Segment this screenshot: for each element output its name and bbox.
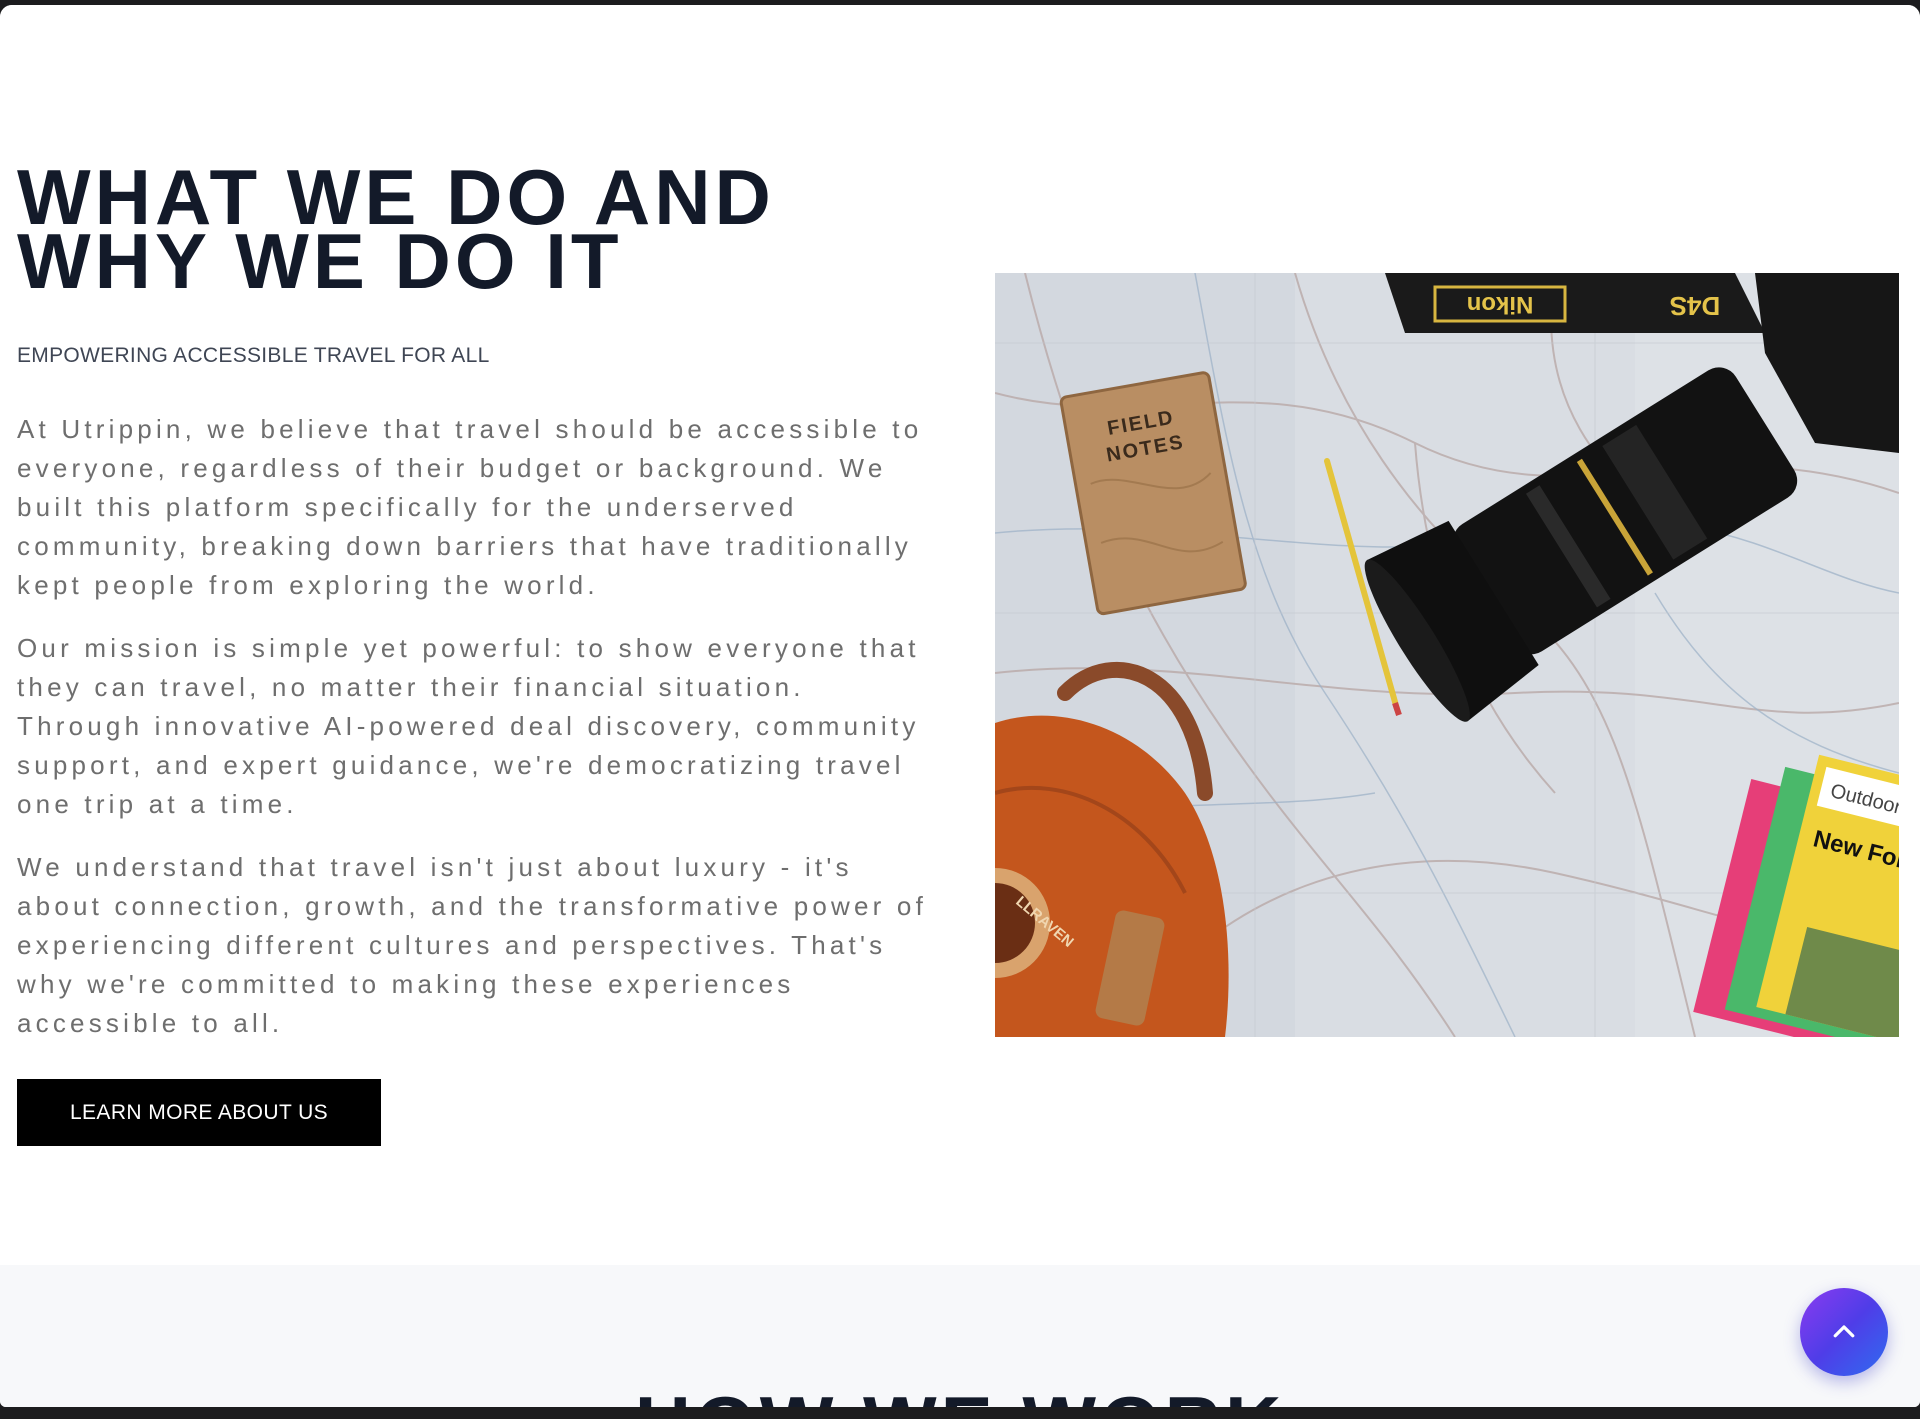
browser-viewport: WHAT WE DO AND WHY WE DO IT EMPOWERING A… bbox=[0, 5, 1920, 1407]
about-body: At Utrippin, we believe that travel shou… bbox=[17, 410, 937, 1067]
travel-flatlay-image: Nikon D4S FIELD NOTES LLRAVEN Outdoor Ne… bbox=[995, 273, 1899, 1037]
chevron-up-icon bbox=[1833, 1325, 1855, 1338]
about-section: WHAT WE DO AND WHY WE DO IT EMPOWERING A… bbox=[0, 5, 1920, 1265]
learn-more-button[interactable]: LEARN MORE ABOUT US bbox=[17, 1079, 381, 1146]
how-we-work-title: HOW WE WORK bbox=[0, 1385, 1920, 1407]
strap-model-text: D4S bbox=[1670, 291, 1721, 321]
how-we-work-section: HOW WE WORK bbox=[0, 1265, 1920, 1407]
about-paragraph-3: We understand that travel isn't just abo… bbox=[17, 852, 928, 1038]
about-paragraph-2: Our mission is simple yet powerful: to s… bbox=[17, 633, 920, 819]
scroll-to-top-button[interactable] bbox=[1800, 1288, 1888, 1376]
strap-brand-text: Nikon bbox=[1467, 291, 1534, 318]
section-heading: WHAT WE DO AND WHY WE DO IT bbox=[17, 158, 775, 300]
section-subtitle: EMPOWERING ACCESSIBLE TRAVEL FOR ALL bbox=[17, 344, 490, 367]
about-paragraph-1: At Utrippin, we believe that travel shou… bbox=[17, 414, 923, 600]
